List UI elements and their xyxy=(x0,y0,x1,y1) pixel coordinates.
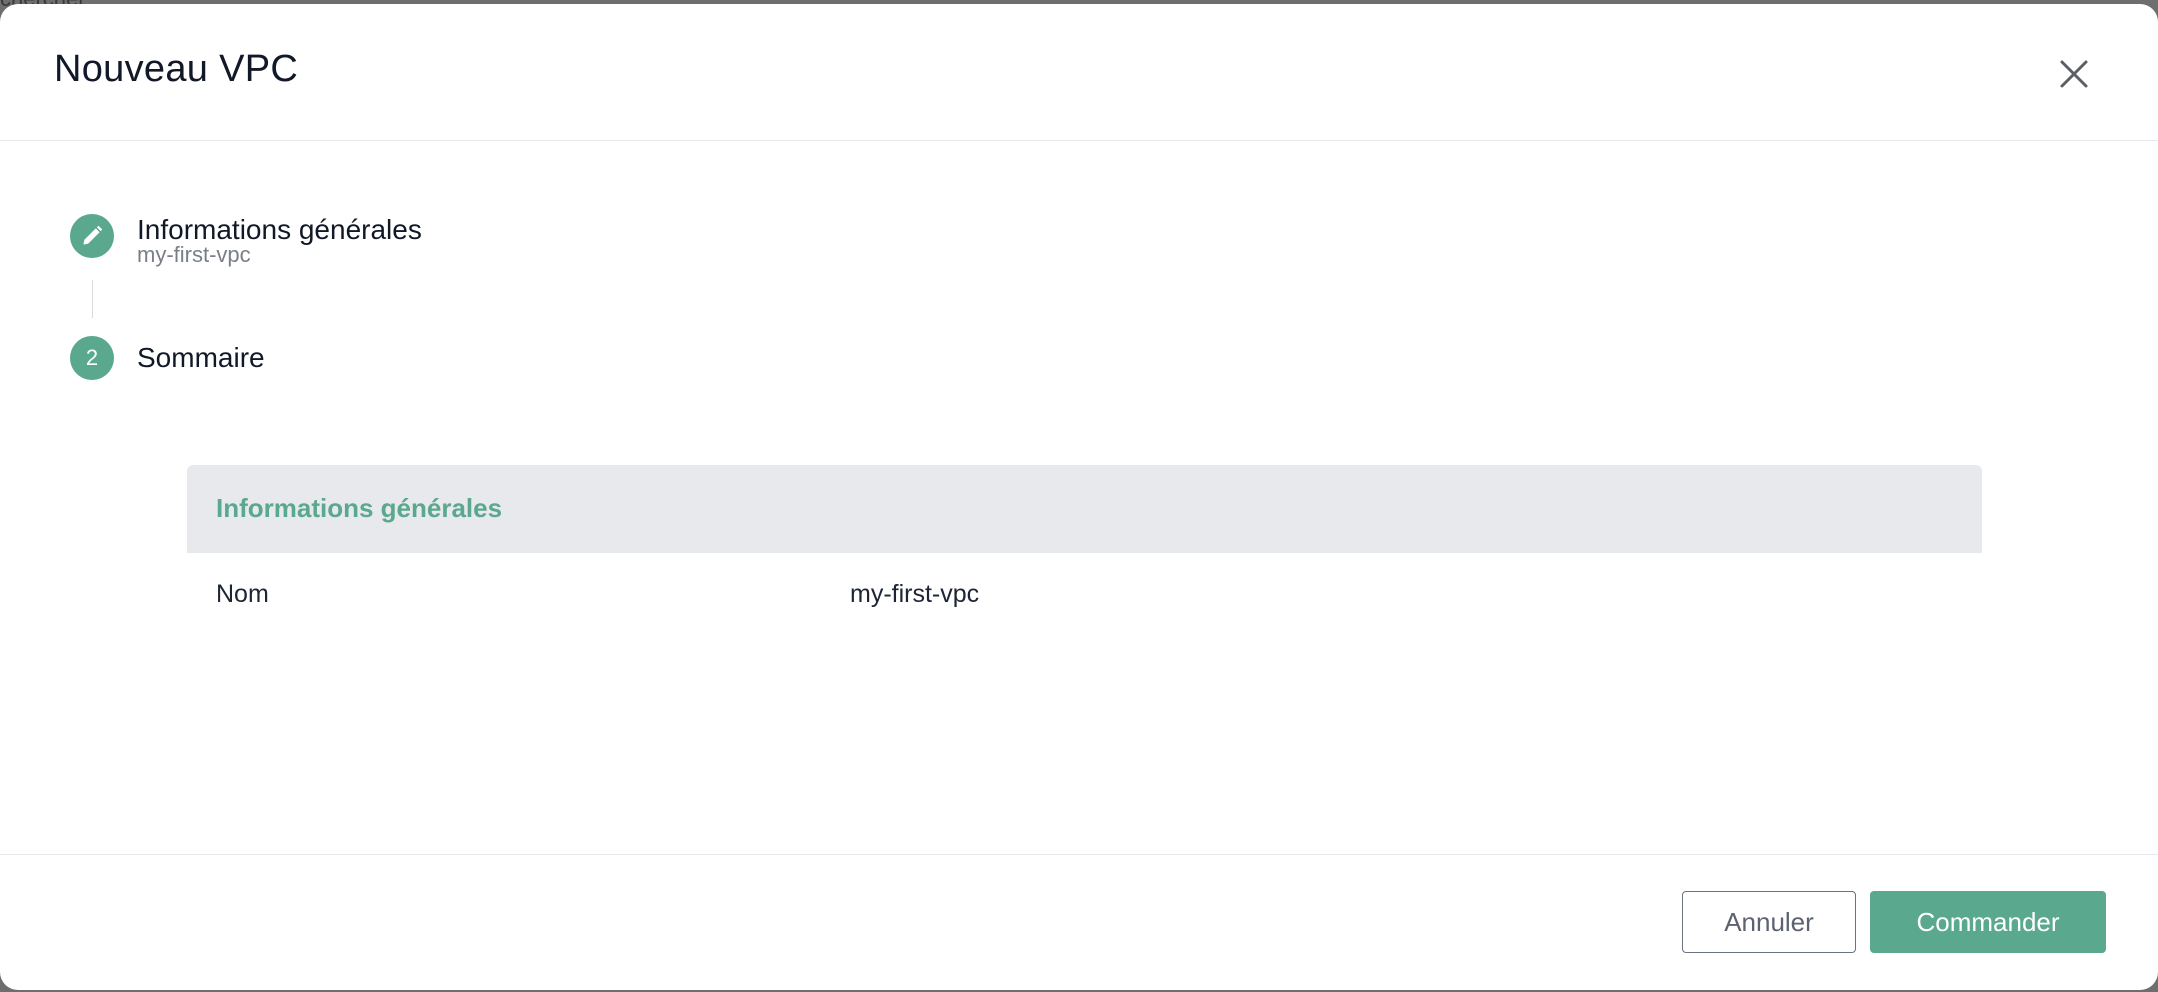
step-2-title: Sommaire xyxy=(137,342,265,373)
modal-header: Nouveau VPC xyxy=(0,4,2158,141)
summary-section-header: Informations générales xyxy=(187,465,1982,553)
cancel-button[interactable]: Annuler xyxy=(1682,891,1856,953)
summary-row: Nom my-first-vpc xyxy=(187,553,1982,639)
step-1-indicator xyxy=(70,214,114,258)
pencil-icon xyxy=(83,225,103,245)
order-button[interactable]: Commander xyxy=(1870,891,2106,953)
summary-row-label: Nom xyxy=(216,580,269,608)
step-2-indicator: 2 xyxy=(70,336,114,380)
summary-row-value: my-first-vpc xyxy=(850,580,980,608)
summary-panel: Informations générales Nom my-first-vpc xyxy=(187,465,1982,639)
summary-section-title: Informations générales xyxy=(216,493,503,523)
close-button[interactable] xyxy=(2054,54,2094,94)
step-connector xyxy=(92,280,93,318)
modal-footer: Annuler Commander xyxy=(0,854,2158,990)
step-1-subtitle: my-first-vpc xyxy=(137,242,251,267)
modal-title: Nouveau VPC xyxy=(54,48,299,90)
close-icon xyxy=(2060,60,2088,88)
new-vpc-modal: Nouveau VPC Informations générales my-fi… xyxy=(0,4,2158,990)
